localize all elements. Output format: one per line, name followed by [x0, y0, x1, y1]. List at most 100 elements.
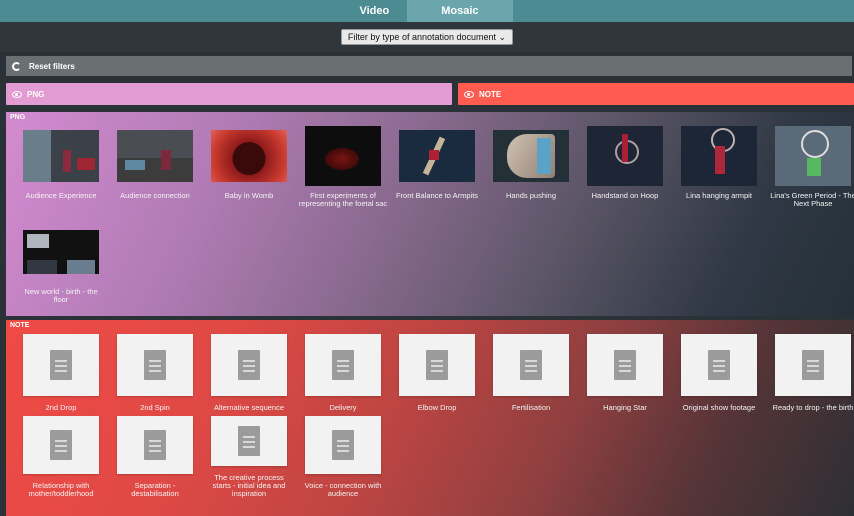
- item-caption: 2nd Spin: [140, 403, 170, 412]
- eye-icon[interactable]: [12, 90, 22, 98]
- item-caption: Handstand on Hoop: [591, 191, 659, 200]
- document-icon: [144, 350, 166, 380]
- document-thumbnail: [23, 334, 99, 396]
- tab-mosaic[interactable]: Mosaic: [407, 0, 513, 22]
- mosaic-item[interactable]: Elbow Drop: [390, 334, 484, 416]
- view-tabs: Video Mosaic: [0, 0, 854, 22]
- mosaic-item[interactable]: New world - birth - the floor: [14, 226, 108, 316]
- mosaic-item[interactable]: The creative process starts - initial id…: [202, 416, 296, 498]
- item-caption: Relationship with mother/toddlerhood: [28, 481, 94, 498]
- item-caption: Voice - connection with audience: [304, 481, 382, 498]
- thumbnail-image: [775, 126, 851, 186]
- document-thumbnail: [493, 334, 569, 396]
- chip-label-note: NOTE: [479, 89, 502, 99]
- mosaic-item[interactable]: Delivery: [296, 334, 390, 416]
- document-icon: [614, 350, 636, 380]
- note-section: NOTE 2nd Drop 2nd Spin Alternative seque…: [6, 320, 854, 516]
- mosaic-item[interactable]: Ready to drop - the birth: [766, 334, 854, 416]
- filter-chip-note[interactable]: NOTE: [458, 83, 854, 105]
- document-thumbnail: [211, 416, 287, 466]
- thumbnail-image: [23, 230, 99, 274]
- item-caption: Ready to drop - the birth: [772, 403, 854, 412]
- mosaic-item[interactable]: Audience connection: [108, 126, 202, 226]
- thumbnail-image: [493, 130, 569, 182]
- item-caption: New world - birth - the floor: [24, 287, 98, 304]
- mosaic-item[interactable]: Audience Experience: [14, 126, 108, 226]
- document-icon: [332, 430, 354, 460]
- mosaic-item[interactable]: Fertilisation: [484, 334, 578, 416]
- filter-bar: Filter by type of annotation document ⌄: [0, 22, 854, 52]
- document-thumbnail: [775, 334, 851, 396]
- mosaic-item[interactable]: Hanging Star: [578, 334, 672, 416]
- item-caption: Original show footage: [682, 403, 756, 412]
- thumbnail-image: [587, 126, 663, 186]
- annotation-type-select[interactable]: Filter by type of annotation document ⌄: [340, 29, 514, 45]
- png-section: PNG Audience Experience Audience connect…: [6, 112, 854, 316]
- item-caption: Lina's Green Period - The Next Phase: [770, 191, 854, 208]
- mosaic-item[interactable]: 2nd Spin: [108, 334, 202, 416]
- item-caption: Separation - destabilisation: [131, 481, 179, 498]
- item-caption: Lina hanging armpit: [686, 191, 752, 200]
- mosaic-item[interactable]: Separation - destabilisation: [108, 416, 202, 498]
- item-caption: Audience Experience: [25, 191, 97, 200]
- document-thumbnail: [399, 334, 475, 396]
- document-icon: [332, 350, 354, 380]
- section-label-png: PNG: [10, 114, 26, 121]
- mosaic-item[interactable]: Lina hanging armpit: [672, 126, 766, 226]
- item-caption: Hanging Star: [603, 403, 647, 412]
- mosaic-item[interactable]: Relationship with mother/toddlerhood: [14, 416, 108, 498]
- item-caption: Audience connection: [120, 191, 190, 200]
- tab-video[interactable]: Video: [341, 0, 407, 22]
- item-caption: Front Balance to Armpits: [395, 191, 479, 200]
- item-caption: Delivery: [329, 403, 357, 412]
- mosaic-item[interactable]: Voice - connection with audience: [296, 416, 390, 498]
- note-grid: 2nd Drop 2nd Spin Alternative sequence D…: [14, 334, 854, 498]
- chip-label-png: PNG: [27, 89, 45, 99]
- thumbnail-image: [399, 130, 475, 182]
- mosaic-item[interactable]: Original show footage: [672, 334, 766, 416]
- mosaic-item[interactable]: Alternative sequence: [202, 334, 296, 416]
- document-thumbnail: [211, 334, 287, 396]
- reset-filters-label: Reset filters: [29, 61, 75, 71]
- mosaic-item[interactable]: Front Balance to Armpits: [390, 126, 484, 226]
- mosaic-item[interactable]: First experiments of representing the fo…: [296, 126, 390, 226]
- document-thumbnail: [23, 416, 99, 474]
- thumbnail-image: [305, 126, 381, 186]
- document-thumbnail: [681, 334, 757, 396]
- document-thumbnail: [117, 334, 193, 396]
- document-icon: [520, 350, 542, 380]
- item-caption: 2nd Drop: [45, 403, 77, 412]
- document-icon: [238, 350, 260, 380]
- document-icon: [426, 350, 448, 380]
- mosaic-item[interactable]: Handstand on Hoop: [578, 126, 672, 226]
- document-icon: [144, 430, 166, 460]
- document-icon: [708, 350, 730, 380]
- mosaic-item[interactable]: Baby in Womb: [202, 126, 296, 226]
- thumbnail-image: [681, 126, 757, 186]
- section-label-note: NOTE: [10, 322, 30, 329]
- mosaic-item[interactable]: Hands pushing: [484, 126, 578, 226]
- png-grid: Audience Experience Audience connection …: [14, 126, 854, 316]
- thumbnail-image: [23, 130, 99, 182]
- document-thumbnail: [305, 334, 381, 396]
- item-caption: First experiments of representing the fo…: [298, 191, 388, 208]
- reset-filters-button[interactable]: Reset filters: [6, 56, 852, 76]
- mosaic-item[interactable]: 2nd Drop: [14, 334, 108, 416]
- document-thumbnail: [117, 416, 193, 474]
- thumbnail-image: [211, 130, 287, 182]
- thumbnail-image: [117, 130, 193, 182]
- reset-icon: [12, 61, 21, 71]
- item-caption: Alternative sequence: [213, 403, 285, 412]
- item-caption: Baby in Womb: [224, 191, 274, 200]
- filter-chip-png[interactable]: PNG: [6, 83, 452, 105]
- document-thumbnail: [587, 334, 663, 396]
- eye-icon[interactable]: [464, 90, 474, 98]
- item-caption: Elbow Drop: [417, 403, 457, 412]
- document-icon: [50, 430, 72, 460]
- document-thumbnail: [305, 416, 381, 474]
- item-caption: The creative process starts - initial id…: [212, 473, 286, 498]
- mosaic-item[interactable]: Lina's Green Period - The Next Phase: [766, 126, 854, 226]
- document-icon: [50, 350, 72, 380]
- item-caption: Fertilisation: [511, 403, 551, 412]
- document-icon: [802, 350, 824, 380]
